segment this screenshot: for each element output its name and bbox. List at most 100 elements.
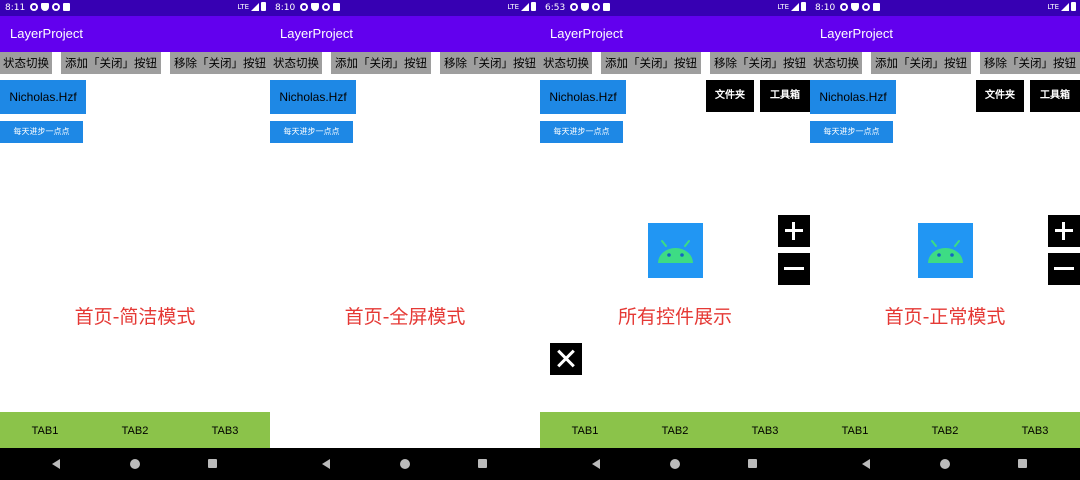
tab-bar: TAB1 TAB2 TAB3: [540, 412, 810, 448]
home-icon[interactable]: [400, 459, 410, 469]
gear-icon: [570, 3, 578, 11]
nickname-button[interactable]: Nicholas.Hzf: [810, 80, 896, 114]
signal-icon: [791, 2, 799, 11]
status-bar: 8:11 LTE: [0, 0, 270, 16]
phone-screen-normal: 8:10 LTE LayerProject 状态切换 添加「关闭」按钮 移除「关…: [810, 0, 1080, 480]
tab-3[interactable]: TAB3: [990, 412, 1080, 448]
nav-bar: [0, 448, 270, 480]
gear-icon: [840, 3, 848, 11]
remove-close-button[interactable]: 移除「关闭」按钮: [710, 52, 810, 74]
folder-button[interactable]: 文件夹: [706, 80, 754, 112]
status-right: LTE: [1047, 2, 1076, 11]
state-toggle-button[interactable]: 状态切换: [270, 52, 322, 74]
app-title: LayerProject: [550, 26, 623, 41]
add-close-button[interactable]: 添加「关闭」按钮: [61, 52, 161, 74]
daily-button[interactable]: 每天进步一点点: [810, 121, 893, 143]
app-bar: LayerProject: [540, 16, 810, 52]
status-bar: 6:53 LTE: [540, 0, 810, 16]
tab-1[interactable]: TAB1: [810, 412, 900, 448]
recents-icon[interactable]: [1018, 459, 1027, 468]
state-toggle-button[interactable]: 状态切换: [540, 52, 592, 74]
phone-screen-fullscreen: 8:10 LTE LayerProject 状态切换 添加「关闭」按钮 移除「关…: [270, 0, 540, 480]
phone-screen-all-controls: 6:53 LTE LayerProject 状态切换 添加「关闭」按钮 移除「关…: [540, 0, 810, 480]
add-close-button[interactable]: 添加「关闭」按钮: [871, 52, 971, 74]
home-icon[interactable]: [940, 459, 950, 469]
tab-2[interactable]: TAB2: [630, 412, 720, 448]
remove-close-button[interactable]: 移除「关闭」按钮: [170, 52, 270, 74]
shield-icon: [581, 3, 589, 11]
nav-bar: [540, 448, 810, 480]
status-time: 8:10: [275, 3, 296, 13]
minus-icon[interactable]: [778, 253, 810, 285]
toolbox-button[interactable]: 工具箱: [1030, 80, 1080, 112]
nickname-button[interactable]: Nicholas.Hzf: [0, 80, 86, 114]
recents-icon[interactable]: [748, 459, 757, 468]
recents-icon[interactable]: [478, 459, 487, 468]
sync-icon: [862, 3, 870, 11]
tab-3[interactable]: TAB3: [180, 412, 270, 448]
state-toggle-button[interactable]: 状态切换: [0, 52, 52, 74]
back-icon[interactable]: [592, 459, 600, 469]
status-bar: 8:10 LTE: [270, 0, 540, 16]
nav-bar: [270, 448, 540, 480]
tab-1[interactable]: TAB1: [540, 412, 630, 448]
folder-button[interactable]: 文件夹: [976, 80, 1024, 112]
sync-icon: [592, 3, 600, 11]
status-icons: [30, 3, 70, 11]
app-title: LayerProject: [820, 26, 893, 41]
back-icon[interactable]: [322, 459, 330, 469]
status-right: LTE: [507, 2, 536, 11]
sync-icon: [322, 3, 330, 11]
plus-icon[interactable]: [1048, 215, 1080, 247]
battery-icon: [261, 2, 266, 11]
daily-button[interactable]: 每天进步一点点: [0, 121, 83, 143]
tab-bar: TAB1 TAB2 TAB3: [810, 412, 1080, 448]
battery-icon: [801, 2, 806, 11]
network-type: LTE: [507, 2, 519, 11]
remove-close-button[interactable]: 移除「关闭」按钮: [980, 52, 1080, 74]
status-icons: [300, 3, 340, 11]
home-icon[interactable]: [130, 459, 140, 469]
button-row: 状态切换 添加「关闭」按钮 移除「关闭」按钮: [270, 52, 540, 74]
gear-icon: [30, 3, 38, 11]
daily-button[interactable]: 每天进步一点点: [540, 121, 623, 143]
add-close-button[interactable]: 添加「关闭」按钮: [601, 52, 701, 74]
android-robot-icon[interactable]: [648, 223, 703, 278]
button-row: 状态切换 添加「关闭」按钮 移除「关闭」按钮: [540, 52, 810, 74]
signal-icon: [521, 2, 529, 11]
battery-icon: [531, 2, 536, 11]
status-time: 8:11: [5, 3, 26, 13]
tab-2[interactable]: TAB2: [900, 412, 990, 448]
back-icon[interactable]: [862, 459, 870, 469]
status-right: LTE: [237, 2, 266, 11]
network-type: LTE: [777, 2, 789, 11]
tab-1[interactable]: TAB1: [0, 412, 90, 448]
toolbox-button[interactable]: 工具箱: [760, 80, 810, 112]
status-icons: [840, 3, 880, 11]
android-robot-svg: [658, 240, 693, 263]
plus-icon[interactable]: [778, 215, 810, 247]
battery-icon: [1071, 2, 1076, 11]
tab-3[interactable]: TAB3: [720, 412, 810, 448]
screen-headline: 所有控件展示: [617, 306, 732, 328]
minus-icon[interactable]: [1048, 253, 1080, 285]
screen-headline: 首页-全屏模式: [344, 306, 466, 328]
nickname-button[interactable]: Nicholas.Hzf: [270, 80, 356, 114]
screen-headline: 首页-简洁模式: [74, 306, 196, 328]
close-icon[interactable]: [550, 343, 582, 375]
daily-button[interactable]: 每天进步一点点: [270, 121, 353, 143]
back-icon[interactable]: [52, 459, 60, 469]
button-row: 状态切换 添加「关闭」按钮 移除「关闭」按钮: [810, 52, 1080, 74]
android-robot-icon[interactable]: [918, 223, 973, 278]
remove-close-button[interactable]: 移除「关闭」按钮: [440, 52, 540, 74]
app-bar: LayerProject: [270, 16, 540, 52]
sd-card-icon: [63, 3, 70, 11]
add-close-button[interactable]: 添加「关闭」按钮: [331, 52, 431, 74]
recents-icon[interactable]: [208, 459, 217, 468]
state-toggle-button[interactable]: 状态切换: [810, 52, 862, 74]
home-icon[interactable]: [670, 459, 680, 469]
nickname-button[interactable]: Nicholas.Hzf: [540, 80, 626, 114]
sync-icon: [52, 3, 60, 11]
tab-2[interactable]: TAB2: [90, 412, 180, 448]
status-right: LTE: [777, 2, 806, 11]
